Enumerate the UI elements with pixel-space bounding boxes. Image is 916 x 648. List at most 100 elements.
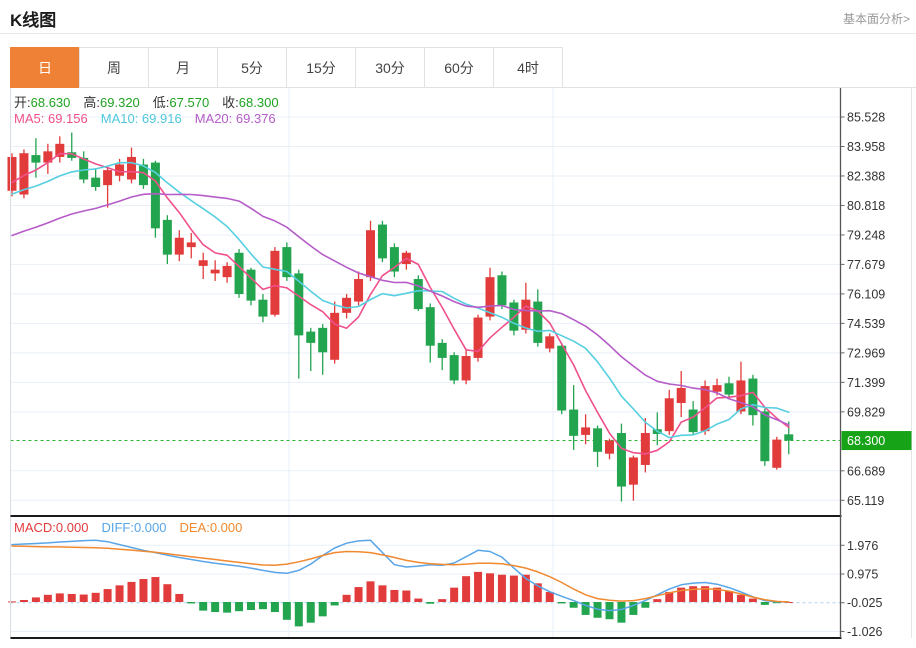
macd-bar bbox=[295, 602, 303, 626]
candle-body bbox=[450, 355, 459, 380]
candle-body bbox=[175, 238, 184, 255]
macd-bar bbox=[331, 602, 339, 605]
tab-60min[interactable]: 60分 bbox=[424, 47, 494, 88]
candle-body bbox=[342, 298, 351, 313]
macd-bar bbox=[104, 589, 112, 602]
macd-bar bbox=[235, 602, 243, 611]
macd-bar bbox=[426, 602, 434, 604]
tab-4hour[interactable]: 4时 bbox=[493, 47, 563, 88]
candle-body bbox=[689, 410, 698, 433]
macd-bar bbox=[438, 599, 446, 602]
page-title: K线图 bbox=[10, 6, 56, 31]
candle-body bbox=[163, 220, 172, 255]
macd-bar bbox=[247, 602, 255, 610]
macd-bar bbox=[462, 576, 470, 602]
candle-body bbox=[545, 336, 554, 348]
candle-body bbox=[617, 433, 626, 487]
fundamental-analysis-link[interactable]: 基本面分析> bbox=[843, 10, 910, 27]
macd-bar bbox=[259, 602, 267, 609]
y-axis-label: 74.539 bbox=[847, 317, 885, 331]
header-divider bbox=[0, 33, 916, 34]
tab-week[interactable]: 周 bbox=[79, 47, 149, 88]
candle-body bbox=[127, 157, 136, 180]
candle-body bbox=[282, 247, 291, 277]
macd-bar bbox=[199, 602, 207, 611]
y-axis-label: 65.119 bbox=[847, 494, 884, 508]
macd-bar bbox=[80, 595, 88, 602]
candle-body bbox=[725, 383, 734, 394]
last-price-tag-label: 68.300 bbox=[847, 434, 885, 448]
tab-5min[interactable]: 5分 bbox=[217, 47, 287, 88]
macd-bar bbox=[187, 602, 195, 603]
candle-body bbox=[533, 302, 542, 343]
candle-body bbox=[8, 157, 17, 191]
macd-bar bbox=[116, 585, 124, 602]
candle-body bbox=[581, 427, 590, 435]
macd-bar bbox=[175, 594, 183, 602]
macd-bar bbox=[32, 597, 40, 602]
candle-body bbox=[270, 251, 279, 315]
macd-axis-label: -1.026 bbox=[847, 625, 882, 639]
candle-body bbox=[366, 230, 375, 277]
macd-bar bbox=[498, 575, 506, 602]
macd-bar bbox=[44, 595, 52, 602]
y-axis-label: 80.818 bbox=[847, 199, 885, 213]
macd-bar bbox=[56, 593, 64, 602]
candle-body bbox=[235, 253, 244, 294]
candle-body bbox=[497, 275, 506, 305]
macd-bar bbox=[510, 576, 518, 602]
tab-day[interactable]: 日 bbox=[10, 47, 80, 88]
candle-body bbox=[187, 242, 196, 247]
macd-bar bbox=[307, 602, 315, 623]
tab-15min[interactable]: 15分 bbox=[286, 47, 356, 88]
macd-bar bbox=[558, 602, 566, 603]
candle-body bbox=[677, 388, 686, 403]
macd-bar bbox=[761, 602, 769, 605]
tabbar-filler bbox=[563, 47, 916, 88]
macd-axis-label: 0.975 bbox=[847, 568, 878, 582]
candle-body bbox=[318, 328, 327, 352]
candle-body bbox=[462, 356, 471, 380]
macd-bar bbox=[450, 588, 458, 602]
candle-body bbox=[521, 300, 530, 330]
candle-body bbox=[557, 346, 566, 411]
y-axis-label: 85.528 bbox=[847, 111, 885, 125]
macd-bar bbox=[343, 595, 351, 602]
macd-bar bbox=[139, 579, 147, 602]
tab-30min[interactable]: 30分 bbox=[355, 47, 425, 88]
macd-bar bbox=[163, 584, 171, 602]
tab-month[interactable]: 月 bbox=[148, 47, 218, 88]
y-axis-label: 77.679 bbox=[847, 258, 885, 272]
y-axis-label: 82.388 bbox=[847, 169, 885, 183]
candle-body bbox=[760, 411, 769, 461]
y-axis-label: 72.969 bbox=[847, 346, 885, 360]
candle-body bbox=[772, 440, 781, 468]
candle-body bbox=[294, 273, 303, 335]
candle-body bbox=[438, 343, 447, 358]
macd-bar bbox=[474, 572, 482, 602]
candle-body bbox=[784, 434, 793, 440]
macd-axis-label: 1.976 bbox=[847, 539, 878, 553]
macd-bar bbox=[737, 595, 745, 602]
macd-bar bbox=[319, 602, 327, 616]
candle-body bbox=[211, 270, 220, 274]
macd-bar bbox=[271, 602, 279, 612]
ma10-line bbox=[12, 163, 789, 438]
candle-body bbox=[354, 279, 363, 302]
macd-bar bbox=[128, 582, 136, 602]
candle-body bbox=[199, 260, 208, 266]
macd-bar bbox=[355, 587, 363, 602]
macd-bar bbox=[378, 585, 386, 602]
candle-body bbox=[426, 307, 435, 345]
period-tabbar: 日 周 月 5分 15分 30分 60分 4时 bbox=[10, 47, 916, 88]
macd-bar bbox=[211, 602, 219, 612]
macd-bar bbox=[223, 602, 231, 613]
candle-body bbox=[103, 170, 112, 185]
y-axis-label: 79.248 bbox=[847, 228, 885, 242]
kline-macd-chart[interactable]: 85.52883.95882.38880.81879.24877.67976.1… bbox=[0, 88, 916, 640]
macd-bar bbox=[151, 577, 159, 602]
candle-body bbox=[629, 457, 638, 484]
macd-bar bbox=[641, 602, 649, 608]
macd-bar bbox=[283, 602, 291, 620]
candle-body bbox=[414, 279, 423, 309]
